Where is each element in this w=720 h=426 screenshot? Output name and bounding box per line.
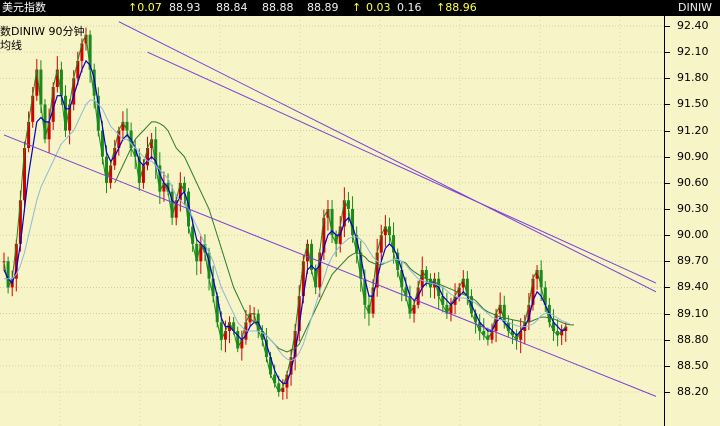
chart-caption-title: 数DINIW 90分钟	[0, 25, 85, 38]
y-tick-label: 91.80	[677, 71, 709, 85]
y-tick-mark	[664, 52, 670, 54]
y-tick-label: 90.90	[677, 149, 709, 163]
y-tick-label: 92.10	[677, 45, 709, 59]
y-tick-label: 88.20	[677, 385, 709, 398]
last-price: ↑88.96	[436, 1, 477, 14]
y-tick-label: 90.00	[677, 228, 709, 242]
y-tick-mark	[664, 392, 670, 393]
y-tick-mark	[664, 365, 670, 367]
change-value: ↑0.07	[128, 1, 162, 14]
y-tick-label: 90.30	[677, 202, 709, 215]
y-tick-mark	[664, 156, 670, 158]
channel-line-3[interactable]	[147, 51, 657, 284]
low-value: 88.88	[262, 1, 294, 14]
amount-value: 0.16	[397, 1, 422, 14]
y-tick-mark	[664, 235, 670, 237]
channel-line-1[interactable]	[3, 134, 657, 397]
chart-window: 美元指数 ↑0.07 88.93 88.84 88.88 88.89 ↑ 0.0…	[0, 0, 720, 426]
quote-bar: 美元指数 ↑0.07 88.93 88.84 88.88 88.89 ↑ 0.0…	[0, 0, 720, 16]
y-tick-mark	[664, 78, 670, 80]
y-tick-label: 89.40	[677, 280, 709, 294]
y-tick-label: 89.70	[677, 254, 709, 268]
candlesticks	[2, 27, 568, 400]
ma-series-line-1	[3, 32, 567, 393]
y-tick-label: 90.60	[677, 175, 709, 189]
y-tick-mark	[664, 104, 670, 106]
high-value: 88.84	[216, 1, 248, 14]
y-tick-mark	[664, 209, 670, 210]
volume-value: 0.03	[366, 1, 391, 14]
y-tick-mark	[664, 287, 670, 289]
instrument-name: 美元指数	[2, 1, 46, 14]
y-tick-label: 88.80	[677, 332, 709, 346]
y-tick-mark	[664, 261, 670, 263]
y-tick-mark	[664, 339, 670, 341]
y-tick-label: 92.40	[677, 19, 709, 32]
y-tick-label: 91.20	[677, 123, 709, 137]
ma-series-line-2	[3, 59, 567, 384]
price-chart[interactable]	[0, 16, 664, 426]
moving-average-lines	[3, 32, 574, 393]
open-value: 88.93	[169, 1, 201, 14]
chart-caption-ma: 均线	[0, 39, 22, 52]
y-tick-label: 88.50	[677, 358, 709, 372]
up-arrow-icon: ↑	[352, 1, 362, 14]
y-tick-label: 89.10	[677, 306, 709, 320]
ma-series-line-4	[4, 99, 571, 362]
y-tick-mark	[664, 182, 670, 184]
y-tick-mark	[664, 130, 670, 132]
y-tick-mark	[664, 313, 670, 315]
y-tick-mark	[664, 26, 670, 27]
chart-caption: 数DINIW 90分钟 均线	[0, 25, 85, 53]
symbol-code: DINIW	[678, 1, 713, 14]
close-value: 88.89	[307, 1, 339, 14]
y-tick-label: 91.50	[677, 97, 709, 111]
